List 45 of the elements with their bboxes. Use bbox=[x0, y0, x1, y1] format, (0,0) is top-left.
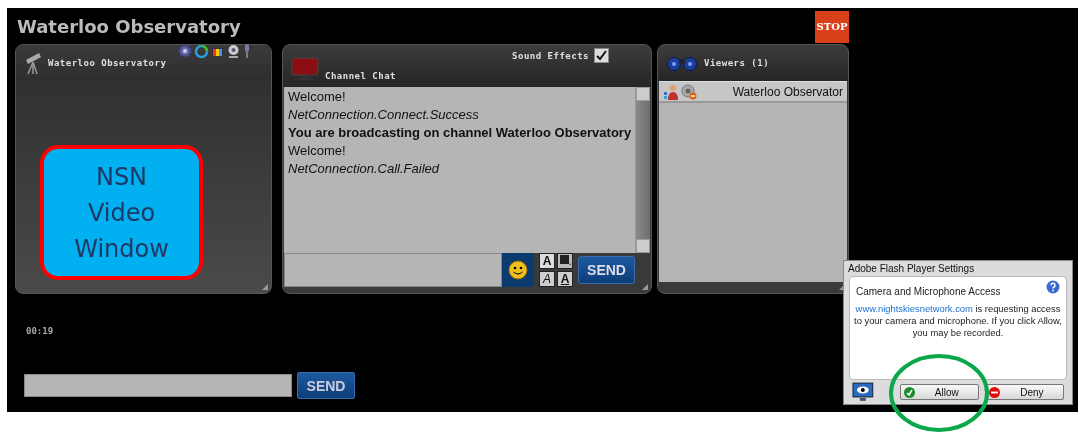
privacy-monitor-icon[interactable] bbox=[852, 382, 874, 402]
dialog-heading: Camera and Microphone Access bbox=[856, 286, 1001, 297]
help-icon[interactable] bbox=[1046, 280, 1060, 294]
webcam-icon[interactable] bbox=[226, 43, 241, 59]
chat-message: You are broadcasting on channel Waterloo Observatory bbox=[288, 124, 632, 142]
dialog-title: Adobe Flash Player Settings bbox=[847, 262, 976, 276]
user-icon bbox=[663, 83, 679, 100]
check-icon bbox=[903, 386, 915, 398]
allow-button[interactable]: Allow bbox=[899, 384, 979, 400]
settings-icon[interactable] bbox=[178, 44, 192, 58]
italic-button[interactable]: A bbox=[539, 271, 555, 287]
webcam-off-icon bbox=[681, 83, 697, 100]
send-button[interactable]: SEND bbox=[297, 372, 355, 399]
sound-effects-checkbox[interactable] bbox=[594, 48, 609, 63]
chat-message: Welcome! bbox=[288, 142, 346, 160]
refresh-icon[interactable] bbox=[194, 43, 209, 59]
emoji-button[interactable] bbox=[502, 253, 534, 287]
resize-handle[interactable] bbox=[642, 284, 648, 290]
telescope-icon bbox=[24, 51, 42, 75]
sound-effects-label: Sound Effects bbox=[512, 50, 589, 61]
message-input-field[interactable] bbox=[24, 374, 292, 397]
chat-input-field[interactable] bbox=[284, 253, 502, 287]
resize-handle[interactable] bbox=[262, 284, 268, 290]
scrollbar[interactable] bbox=[635, 87, 650, 253]
elapsed-time: 00:19 bbox=[26, 326, 54, 336]
chat-message: NetConnection.Connect.Success bbox=[288, 106, 479, 124]
chat-message: Welcome! bbox=[288, 88, 346, 106]
video-label: NSN Video Window bbox=[73, 161, 170, 265]
underline-button[interactable]: A bbox=[557, 271, 573, 287]
monitor-icon bbox=[291, 57, 319, 81]
panel-title: Channel Chat bbox=[325, 71, 397, 81]
text-color-button[interactable] bbox=[557, 253, 573, 269]
website-link[interactable]: www.nightskiesnetwork.com bbox=[855, 303, 973, 314]
stop-sign[interactable]: STOP bbox=[815, 11, 849, 43]
panel-title: Viewers (1) bbox=[704, 58, 770, 68]
send-button[interactable]: SEND bbox=[578, 256, 635, 284]
binoculars-icon bbox=[666, 55, 698, 71]
dialog-message: www.nightskiesnetwork.com is requesting access to your camera and microphone. If you click Allow, you may be recorded. bbox=[853, 303, 1063, 339]
bold-button[interactable]: A bbox=[539, 253, 555, 269]
chat-message: NetConnection.Call.Failed bbox=[288, 160, 440, 178]
smiley-icon bbox=[508, 260, 528, 280]
no-entry-icon bbox=[988, 386, 1000, 398]
microphone-icon[interactable] bbox=[243, 43, 251, 59]
app-title: Waterloo Observatory bbox=[17, 15, 241, 37]
panel-title: Waterloo Observatory bbox=[48, 58, 167, 68]
